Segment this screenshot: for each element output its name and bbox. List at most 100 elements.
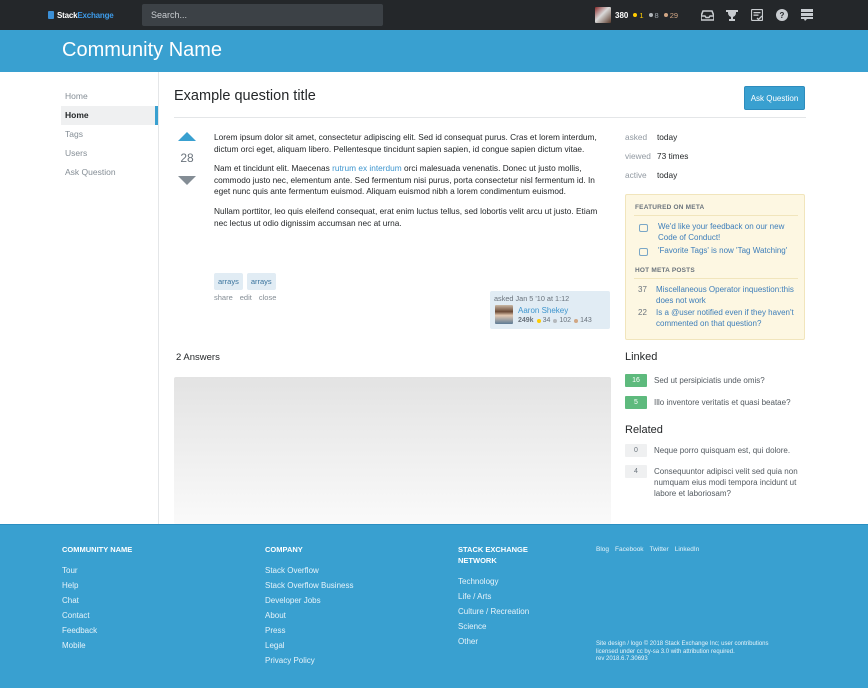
search-input[interactable]	[142, 4, 383, 26]
divider	[634, 215, 798, 216]
body-paragraph: Nullam porttitor, leo quis eleifend cons…	[214, 205, 598, 228]
post-menu: share edit close	[214, 293, 276, 302]
footer-link-stack-overflow[interactable]: Stack Overflow	[265, 563, 355, 578]
footer-link-business[interactable]: Stack Overflow Business	[265, 578, 355, 593]
footer-link-about[interactable]: About	[265, 608, 355, 623]
related-item[interactable]: 0 Neque porro quisquam est, qui dolore.	[625, 444, 805, 457]
sidebar-item-ask-question[interactable]: Ask Question	[61, 163, 158, 182]
viewed-value: 73 times	[657, 151, 689, 161]
share-link[interactable]: share	[214, 293, 233, 302]
tag-arrays[interactable]: arrays	[214, 273, 243, 290]
footer-link-blog[interactable]: Blog	[596, 546, 609, 553]
footer-link-jobs[interactable]: Developer Jobs	[265, 593, 355, 608]
site-footer: COMMUNITY NAME Tour Help Chat Contact Fe…	[0, 524, 868, 688]
question-stats: asked today viewed 73 times active today	[625, 132, 688, 189]
footer-link-mobile[interactable]: Mobile	[62, 638, 152, 653]
active-label: active	[625, 170, 647, 180]
review-queue-icon[interactable]	[750, 8, 764, 22]
divider	[634, 278, 798, 279]
answers-count-header: 2 Answers	[176, 352, 220, 363]
footer-link-legal[interactable]: Legal	[265, 638, 355, 653]
footer-link-life-arts[interactable]: Life / Arts	[458, 589, 548, 604]
owner-stats: 249k 34 102 143	[518, 317, 592, 324]
footer-link-other[interactable]: Other	[458, 634, 548, 649]
linked-item[interactable]: 16 Sed ut persipiciatis unde omis?	[625, 374, 805, 387]
sidebar-item-home[interactable]: Home	[61, 87, 158, 106]
svg-text:?: ?	[780, 11, 785, 20]
owner-avatar[interactable]	[495, 305, 513, 324]
asked-timestamp: asked Jan 5 '10 at 1:12	[494, 294, 570, 303]
featured-item[interactable]: 'Favorite Tags' is now 'Tag Watching'	[634, 246, 799, 257]
community-name[interactable]: Community Name	[62, 39, 222, 62]
inbox-icon[interactable]	[700, 8, 714, 22]
linked-score: 16	[625, 374, 647, 387]
footer-link-chat[interactable]: Chat	[62, 593, 152, 608]
question-title[interactable]: Example question title	[174, 88, 316, 104]
sidebar-item-home-active[interactable]: Home	[61, 106, 158, 125]
footer-link-privacy[interactable]: Privacy Policy	[265, 653, 355, 668]
owner-reputation: 249k	[518, 317, 534, 324]
answer-placeholder	[174, 377, 611, 524]
achievements-icon[interactable]	[725, 8, 739, 22]
footer-column-company: COMPANY Stack Overflow Stack Overflow Bu…	[265, 544, 355, 668]
post-owner-card: asked Jan 5 '10 at 1:12 Aaron Shekey 249…	[490, 291, 610, 329]
body-link[interactable]: rutrum ex interdum	[332, 163, 402, 173]
help-icon[interactable]: ?	[775, 8, 789, 22]
footer-link-culture[interactable]: Culture / Recreation	[458, 604, 548, 619]
featured-item[interactable]: We'd like your feedback on our new Code …	[634, 222, 799, 243]
footer-link-help[interactable]: Help	[62, 578, 152, 593]
gold-badge-icon	[633, 13, 638, 17]
tag-arrays[interactable]: arrays	[246, 273, 276, 290]
viewed-label: viewed	[625, 151, 651, 161]
chat-bubble-icon	[639, 224, 648, 232]
footer-link-feedback[interactable]: Feedback	[62, 623, 152, 638]
gold-badges: 1	[633, 11, 644, 20]
bronze-badge-icon	[574, 318, 579, 323]
asked-value: today	[657, 132, 678, 142]
user-reputation: 380	[615, 10, 629, 20]
ask-question-button[interactable]: Ask Question	[744, 86, 805, 110]
question-body: Lorem ipsum dolor sit amet, consectetur …	[214, 132, 610, 237]
silver-badge-icon	[553, 318, 558, 323]
top-bar: StackExchange 380 1 8 29 ?	[0, 0, 868, 30]
sidebar-item-users[interactable]: Users	[61, 144, 158, 163]
copyright: Site design / logo © 2018 Stack Exchange…	[596, 641, 769, 662]
close-link[interactable]: close	[259, 293, 277, 302]
footer-link-contact[interactable]: Contact	[62, 608, 152, 623]
footer-link-science[interactable]: Science	[458, 619, 548, 634]
silver-badges: 8	[648, 11, 659, 20]
footer-link-facebook[interactable]: Facebook	[615, 546, 644, 553]
title-divider	[174, 117, 806, 118]
sidebar-item-tags[interactable]: Tags	[61, 125, 158, 144]
upvote-arrow-icon[interactable]	[178, 132, 196, 141]
footer-heading: COMPANY	[265, 545, 303, 554]
footer-link-linkedin[interactable]: LinkedIn	[675, 546, 700, 553]
community-header: Community Name	[0, 30, 868, 72]
bronze-badge-icon	[663, 13, 668, 17]
related-heading: Related	[625, 424, 663, 436]
footer-link-press[interactable]: Press	[265, 623, 355, 638]
footer-column-network: STACK EXCHANGE NETWORK Technology Life /…	[458, 544, 548, 649]
footer-link-technology[interactable]: Technology	[458, 574, 548, 589]
body-paragraph: Nam et tincidunt elit. Maecenas rutrum e…	[214, 163, 595, 197]
user-profile-link[interactable]: 380 1 8 29	[595, 6, 678, 24]
footer-heading: STACK EXCHANGE NETWORK	[458, 545, 528, 565]
owner-name-link[interactable]: Aaron Shekey	[518, 306, 568, 315]
footer-heading: COMMUNITY NAME	[62, 545, 133, 554]
related-score: 0	[625, 444, 647, 457]
asked-label: asked	[625, 132, 648, 142]
downvote-arrow-icon[interactable]	[178, 176, 196, 185]
featured-meta-box: FEATURED ON META We'd like your feedback…	[625, 194, 805, 340]
left-sidebar: Home Home Tags Users Ask Question	[0, 72, 159, 524]
linked-item[interactable]: 5 Illo inventore veritatis et quasi beata…	[625, 396, 805, 409]
edit-link[interactable]: edit	[240, 293, 252, 302]
footer-link-tour[interactable]: Tour	[62, 563, 152, 578]
hot-meta-item[interactable]: 37 Miscellaneous Operator inquestion:this…	[634, 285, 799, 306]
footer-link-twitter[interactable]: Twitter	[650, 546, 669, 553]
featured-heading: FEATURED ON META	[635, 204, 705, 211]
site-switcher-icon[interactable]	[800, 8, 814, 22]
chat-bubble-icon	[639, 248, 648, 256]
related-item[interactable]: 4 Consequuntor adipisci velit sed quia no…	[625, 465, 805, 499]
hot-meta-item[interactable]: 22 Is a @user notified even if they haven…	[634, 308, 799, 329]
stackexchange-logo[interactable]: Stack Exchange	[48, 9, 114, 21]
